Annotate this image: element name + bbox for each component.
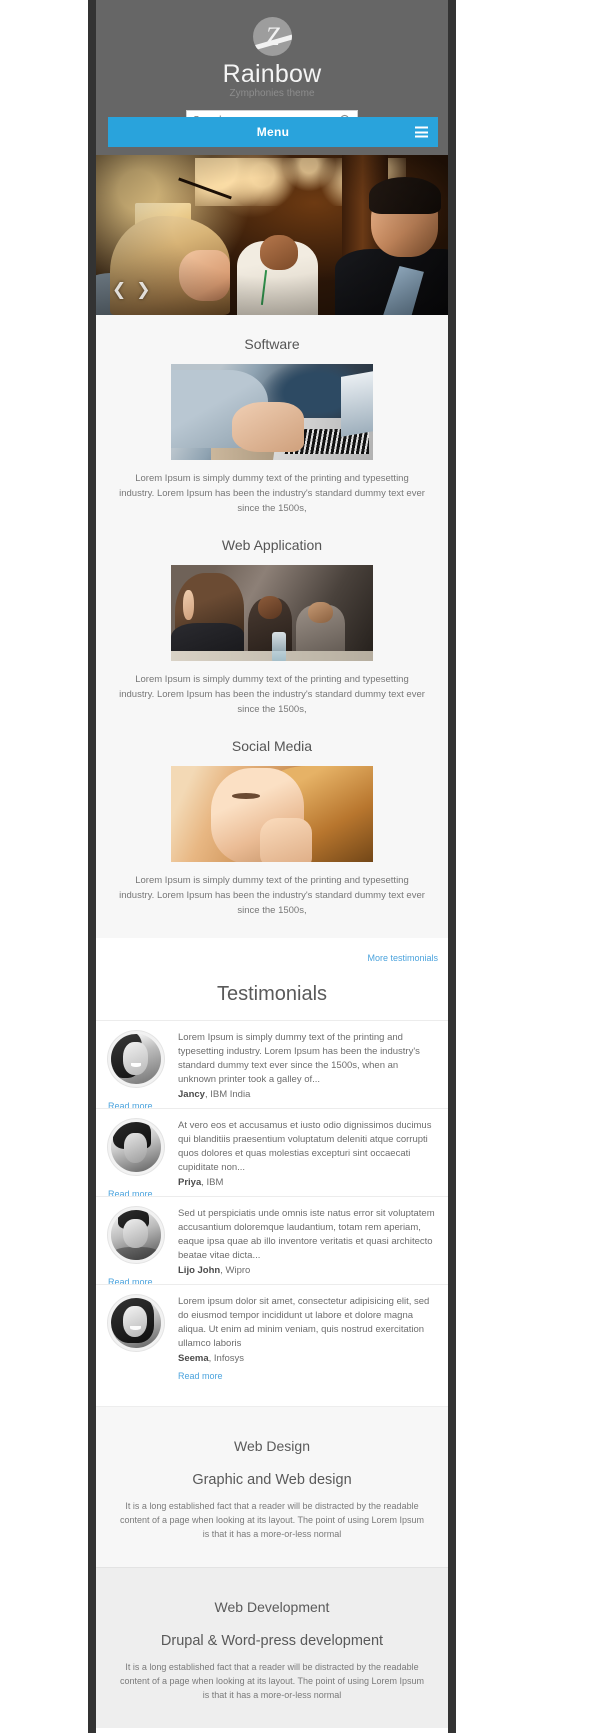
testimonials-section: More testimonials Testimonials Lorem Ips… <box>96 938 448 1406</box>
service-title: Web Application <box>221 537 323 553</box>
site-header: Z Rainbow Zymphonies theme Menu <box>96 0 448 155</box>
avatar-column <box>108 1119 174 1190</box>
testimonial-author: Seema, Infosys <box>178 1353 245 1364</box>
testimonial-author-company: IBM <box>206 1177 224 1188</box>
testimonial-author-company: Infosys <box>213 1353 245 1364</box>
service-description: Lorem Ipsum is simply dummy text of the … <box>119 473 425 514</box>
testimonial-item: At vero eos et accusamus et iusto odio d… <box>96 1108 448 1199</box>
avatar <box>108 1295 164 1351</box>
page-stage: Z Rainbow Zymphonies theme Menu <box>0 0 600 1733</box>
service-block-software: Software Lorem Ipsum is simply dummy tex… <box>96 333 448 522</box>
testimonial-text: Lorem ipsum dolor sit amet, consectetur … <box>178 1296 430 1349</box>
hamburger-icon[interactable] <box>415 126 428 138</box>
chevron-left-icon[interactable]: ❮ <box>112 282 126 299</box>
panel-title: Graphic and Web design <box>192 1472 352 1488</box>
testimonial-author-name: Jancy <box>178 1089 205 1100</box>
service-title: Social Media <box>231 738 313 754</box>
panel-text: It is a long established fact that a rea… <box>119 1662 425 1700</box>
panel-web-development: Web Development Drupal & Word-press deve… <box>96 1567 448 1728</box>
avatar-column <box>108 1207 174 1278</box>
service-image-software <box>171 364 373 460</box>
z-logo-icon[interactable]: Z <box>252 17 292 56</box>
testimonial-author: Lijo John, Wipro <box>178 1265 251 1276</box>
testimonial-author-name: Lijo John <box>178 1265 221 1276</box>
service-image-social-media <box>171 766 373 862</box>
more-testimonials-link[interactable]: More testimonials <box>367 953 438 963</box>
panel-text: It is a long established fact that a rea… <box>119 1501 425 1539</box>
menu-label: Menu <box>256 125 290 139</box>
read-more-link[interactable]: Read more <box>178 1371 223 1381</box>
testimonial-body: Lorem Ipsum is simply dummy text of the … <box>174 1031 436 1102</box>
testimonials-heading: Testimonials <box>216 983 328 1005</box>
brand-block[interactable]: Z Rainbow Zymphonies theme <box>96 17 448 101</box>
testimonial-author: Jancy, IBM India <box>178 1089 251 1100</box>
device-screen: Z Rainbow Zymphonies theme Menu <box>96 0 448 1733</box>
chevron-right-icon[interactable]: ❯ <box>136 282 150 299</box>
avatar <box>108 1031 164 1087</box>
testimonial-author-name: Seema <box>178 1353 209 1364</box>
testimonial-body: Lorem ipsum dolor sit amet, consectetur … <box>174 1295 436 1384</box>
service-title: Software <box>244 336 300 352</box>
testimonial-item: Lorem Ipsum is simply dummy text of the … <box>96 1020 448 1111</box>
site-slogan: Zymphonies theme <box>229 88 315 99</box>
service-description: Lorem Ipsum is simply dummy text of the … <box>119 875 425 916</box>
slider-controls: ❮ ❯ <box>112 282 151 299</box>
more-testimonials-row: More testimonials <box>96 944 448 966</box>
panel-web-design: Web Design Graphic and Web design It is … <box>96 1406 448 1567</box>
testimonial-body: At vero eos et accusamus et iusto odio d… <box>174 1119 436 1190</box>
avatar <box>108 1207 164 1263</box>
panel-title: Drupal & Word-press development <box>160 1633 384 1649</box>
avatar <box>108 1119 164 1175</box>
testimonial-body: Sed ut perspiciatis unde omnis iste natu… <box>174 1207 436 1278</box>
service-block-social-media: Social Media Lorem Ipsum is simply dummy… <box>96 735 448 924</box>
service-description: Lorem Ipsum is simply dummy text of the … <box>119 674 425 715</box>
avatar-column <box>108 1295 174 1384</box>
avatar-column <box>108 1031 174 1102</box>
panel-kicker: Web Development <box>214 1599 330 1615</box>
services-section: Software Lorem Ipsum is simply dummy tex… <box>96 315 448 938</box>
testimonial-author: Priya, IBM <box>178 1177 224 1188</box>
service-block-web-application: Web Application Lorem Ipsum is simply du… <box>96 534 448 723</box>
testimonial-text: At vero eos et accusamus et iusto odio d… <box>178 1120 432 1173</box>
hero-slider[interactable]: ❮ ❯ <box>96 155 448 315</box>
testimonial-item: Lorem ipsum dolor sit amet, consectetur … <box>96 1284 448 1390</box>
site-title: Rainbow <box>222 60 322 88</box>
testimonial-text: Lorem Ipsum is simply dummy text of the … <box>178 1032 420 1085</box>
testimonial-item: Sed ut perspiciatis unde omnis iste natu… <box>96 1196 448 1287</box>
testimonial-text: Sed ut perspiciatis unde omnis iste natu… <box>178 1208 435 1261</box>
mobile-menu-bar[interactable]: Menu <box>108 117 438 147</box>
testimonial-author-name: Priya <box>178 1177 202 1188</box>
service-image-web-application <box>171 565 373 661</box>
testimonial-author-company: Wipro <box>225 1265 251 1276</box>
testimonial-author-company: IBM India <box>210 1089 251 1100</box>
panel-kicker: Web Design <box>233 1438 310 1454</box>
